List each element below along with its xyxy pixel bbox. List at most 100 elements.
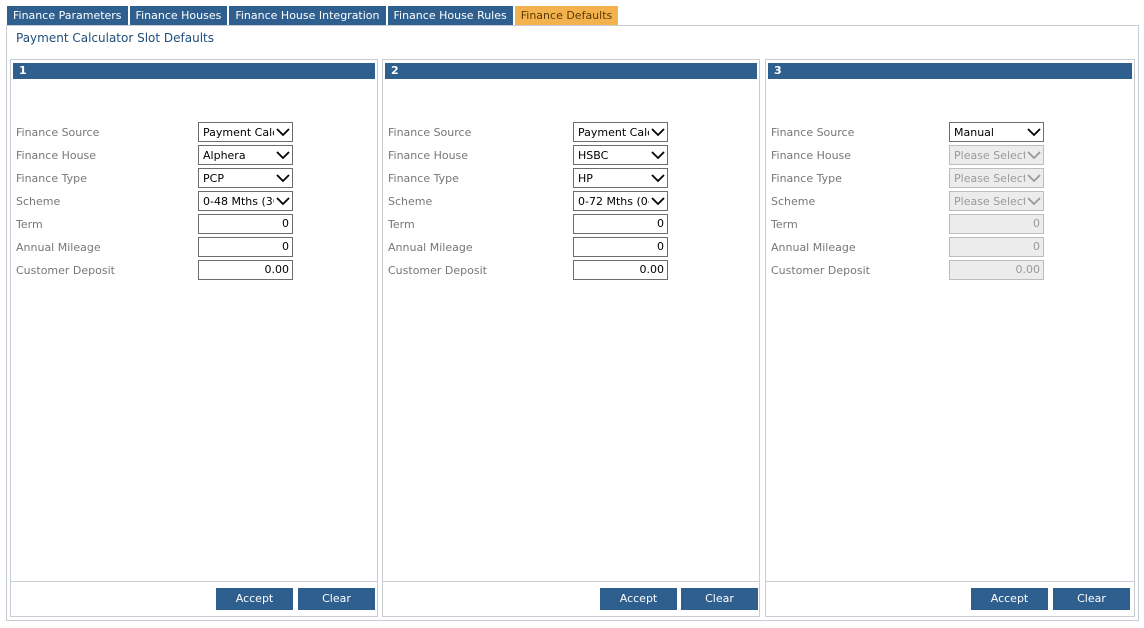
- field-finance-house: Finance House HSBC: [388, 145, 753, 165]
- chevron-down-icon: [1027, 128, 1041, 137]
- select-value: Alphera: [203, 149, 246, 162]
- field-label: Customer Deposit: [388, 264, 487, 277]
- chevron-down-icon: [1027, 174, 1041, 183]
- field-finance-source: Finance Source Manual: [771, 122, 1128, 142]
- tab-finance-parameters[interactable]: Finance Parameters: [7, 6, 128, 26]
- accept-button[interactable]: Accept: [971, 588, 1048, 610]
- finance-house-select[interactable]: HSBC: [573, 145, 668, 165]
- term-input[interactable]: 0: [573, 214, 668, 234]
- accept-button[interactable]: Accept: [600, 588, 677, 610]
- page-title: Payment Calculator Slot Defaults: [16, 31, 215, 45]
- chevron-down-icon: [276, 174, 290, 183]
- term-input[interactable]: 0: [198, 214, 293, 234]
- panel-footer: Accept Clear: [11, 581, 377, 616]
- chevron-down-icon: [276, 151, 290, 160]
- field-label: Scheme: [771, 195, 816, 208]
- finance-house-select: Please Select...: [949, 145, 1044, 165]
- field-finance-type: Finance Type PCP: [16, 168, 371, 188]
- annual-mileage-input[interactable]: 0: [198, 237, 293, 257]
- select-value: 0-48 Mths (36: [203, 195, 274, 208]
- panel-footer: Accept Clear: [383, 581, 759, 616]
- select-value: 0-72 Mths (0-: [578, 195, 649, 208]
- slot-header: 3: [768, 63, 1132, 79]
- customer-deposit-input: 0.00: [949, 260, 1044, 280]
- field-term: Term 0: [771, 214, 1128, 234]
- select-value: HP: [578, 172, 593, 185]
- field-annual-mileage: Annual Mileage 0: [771, 237, 1128, 257]
- tab-finance-houses[interactable]: Finance Houses: [129, 6, 228, 26]
- field-label: Annual Mileage: [388, 241, 473, 254]
- finance-house-select[interactable]: Alphera: [198, 145, 293, 165]
- field-term: Term 0: [388, 214, 753, 234]
- chevron-down-icon: [651, 197, 665, 206]
- field-finance-source: Finance Source Payment Calculator: [388, 122, 753, 142]
- chevron-down-icon: [651, 128, 665, 137]
- field-label: Term: [388, 218, 415, 231]
- field-finance-house: Finance House Alphera: [16, 145, 371, 165]
- field-term: Term 0: [16, 214, 371, 234]
- annual-mileage-input: 0: [949, 237, 1044, 257]
- finance-source-select[interactable]: Payment Calculator: [573, 122, 668, 142]
- finance-type-select: Please Select...: [949, 168, 1044, 188]
- clear-button[interactable]: Clear: [298, 588, 375, 610]
- clear-button[interactable]: Clear: [681, 588, 758, 610]
- field-finance-type: Finance Type Please Select...: [771, 168, 1128, 188]
- chevron-down-icon: [1027, 151, 1041, 160]
- chevron-down-icon: [651, 174, 665, 183]
- slot-panel-2: 2 Finance Source Payment Calculator Fina…: [382, 59, 760, 617]
- select-value: Payment Calculator: [578, 126, 649, 139]
- tab-finance-house-integration[interactable]: Finance House Integration: [229, 6, 386, 26]
- field-label: Term: [771, 218, 798, 231]
- field-label: Finance Type: [771, 172, 842, 185]
- field-label: Finance Type: [388, 172, 459, 185]
- panel-footer: Accept Clear: [766, 581, 1134, 616]
- select-value: HSBC: [578, 149, 609, 162]
- select-value: Please Select...: [954, 195, 1025, 208]
- scheme-select[interactable]: 0-72 Mths (0-: [573, 191, 668, 211]
- clear-button[interactable]: Clear: [1053, 588, 1130, 610]
- customer-deposit-input[interactable]: 0.00: [573, 260, 668, 280]
- field-label: Annual Mileage: [771, 241, 856, 254]
- tab-finance-defaults[interactable]: Finance Defaults: [514, 6, 619, 26]
- tab-bar: Finance Parameters Finance Houses Financ…: [7, 6, 619, 26]
- field-label: Finance House: [388, 149, 469, 162]
- chevron-down-icon: [276, 128, 290, 137]
- field-label: Finance Source: [388, 126, 472, 139]
- field-label: Scheme: [16, 195, 61, 208]
- select-value: Manual: [954, 126, 994, 139]
- field-label: Term: [16, 218, 43, 231]
- scheme-select[interactable]: 0-48 Mths (36: [198, 191, 293, 211]
- slot-panel-3: 3 Finance Source Manual Finance House Pl…: [765, 59, 1135, 617]
- field-label: Finance Type: [16, 172, 87, 185]
- field-finance-source: Finance Source Payment Calculator: [16, 122, 371, 142]
- slot-header: 2: [385, 63, 757, 79]
- finance-type-select[interactable]: HP: [573, 168, 668, 188]
- field-label: Finance Source: [771, 126, 855, 139]
- field-label: Finance Source: [16, 126, 100, 139]
- field-finance-house: Finance House Please Select...: [771, 145, 1128, 165]
- field-scheme: Scheme 0-72 Mths (0-: [388, 191, 753, 211]
- select-value: Please Select...: [954, 149, 1025, 162]
- field-scheme: Scheme 0-48 Mths (36: [16, 191, 371, 211]
- slot-header: 1: [13, 63, 375, 79]
- field-label: Customer Deposit: [16, 264, 115, 277]
- slot-panel-1: 1 Finance Source Payment Calculator Fina…: [10, 59, 378, 617]
- field-scheme: Scheme Please Select...: [771, 191, 1128, 211]
- finance-type-select[interactable]: PCP: [198, 168, 293, 188]
- field-label: Annual Mileage: [16, 241, 101, 254]
- chevron-down-icon: [1027, 197, 1041, 206]
- accept-button[interactable]: Accept: [216, 588, 293, 610]
- customer-deposit-input[interactable]: 0.00: [198, 260, 293, 280]
- field-label: Finance House: [771, 149, 852, 162]
- tab-finance-house-rules[interactable]: Finance House Rules: [387, 6, 513, 26]
- finance-source-select[interactable]: Payment Calculator: [198, 122, 293, 142]
- field-finance-type: Finance Type HP: [388, 168, 753, 188]
- field-label: Scheme: [388, 195, 433, 208]
- field-label: Finance House: [16, 149, 97, 162]
- select-value: PCP: [203, 172, 224, 185]
- finance-source-select[interactable]: Manual: [949, 122, 1044, 142]
- chevron-down-icon: [651, 151, 665, 160]
- annual-mileage-input[interactable]: 0: [573, 237, 668, 257]
- field-label: Customer Deposit: [771, 264, 870, 277]
- term-input: 0: [949, 214, 1044, 234]
